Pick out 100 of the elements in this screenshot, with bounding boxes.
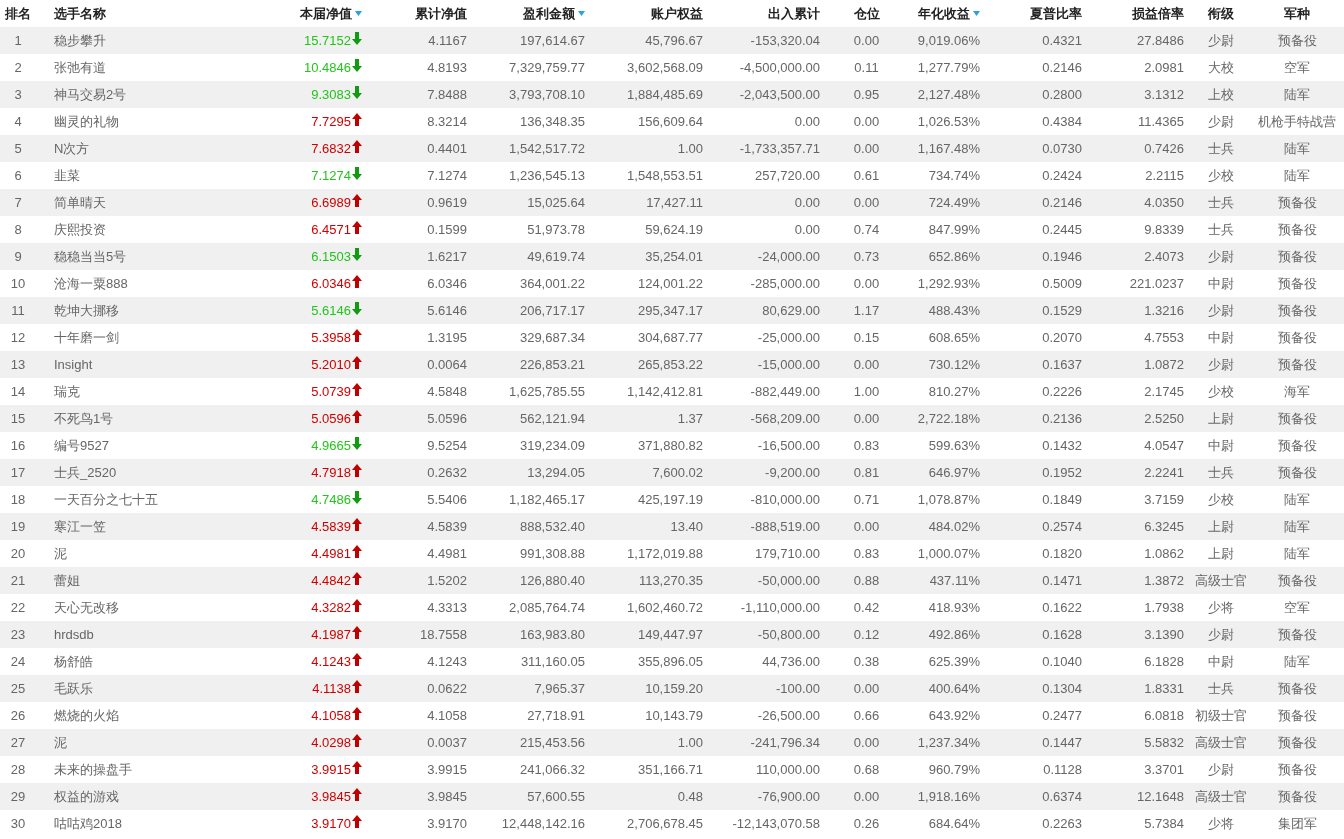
table-cell: 23 xyxy=(10,627,26,642)
table-cell: 124,001.22 xyxy=(637,276,703,291)
table-cell: 韭菜 xyxy=(54,166,80,185)
table-cell: 12,448,142.16 xyxy=(501,816,585,831)
table-cell: 预备役 xyxy=(1277,436,1317,455)
column-header[interactable]: 年化收益 xyxy=(918,4,970,23)
table-cell: 12 xyxy=(10,330,26,345)
table-cell: 484.02% xyxy=(928,519,980,534)
table-cell: 0.0622 xyxy=(427,681,467,696)
table-cell: -76,900.00 xyxy=(757,789,820,804)
table-cell: 7.1274 xyxy=(427,168,467,183)
table-cell: 24 xyxy=(10,654,26,669)
column-header: 账户权益 xyxy=(651,4,703,23)
table-cell: 0.00 xyxy=(853,735,880,750)
table-cell: 少尉 xyxy=(1208,625,1234,644)
table-cell: -882,449.00 xyxy=(750,384,820,399)
table-cell: 0.66 xyxy=(853,708,880,723)
table-cell: 4.0350 xyxy=(1144,195,1184,210)
table-cell: 0.61 xyxy=(853,168,880,183)
table-cell: 1,182,465.17 xyxy=(509,492,585,507)
table-cell: -9,200.00 xyxy=(765,465,820,480)
table-cell: 陆军 xyxy=(1284,139,1310,158)
table-cell: 庆熙投资 xyxy=(54,220,106,239)
table-cell: 1,236,545.13 xyxy=(509,168,585,183)
table-cell: 1,625,785.55 xyxy=(509,384,585,399)
table-cell: 16 xyxy=(10,438,26,453)
table-cell: 预备役 xyxy=(1277,679,1317,698)
table-cell: 0.2800 xyxy=(1042,87,1082,102)
table-cell: 2.2241 xyxy=(1144,465,1184,480)
table-cell: 神马交易2号 xyxy=(54,85,127,104)
table-cell: 0.00 xyxy=(853,195,880,210)
table-cell: 15.7152 xyxy=(304,33,351,48)
table-cell: 预备役 xyxy=(1277,409,1317,428)
table-cell: -4,500,000.00 xyxy=(739,60,820,75)
table-cell: 18.7558 xyxy=(420,627,467,642)
table-cell: 126,880.40 xyxy=(519,573,585,588)
table-cell: 156,609.64 xyxy=(637,114,703,129)
table-cell: 0.2424 xyxy=(1042,168,1082,183)
table-cell: 1,172,019.88 xyxy=(627,546,703,561)
table-cell: 425,197.19 xyxy=(637,492,703,507)
table-cell: 400.64% xyxy=(928,681,980,696)
table-cell: 5.6146 xyxy=(427,303,467,318)
table-cell: 3.9915 xyxy=(427,762,467,777)
table-cell: 预备役 xyxy=(1277,760,1317,779)
table-cell: 0.1952 xyxy=(1042,465,1082,480)
table-cell: 15,025.64 xyxy=(527,195,585,210)
table-cell: 0.1529 xyxy=(1042,303,1082,318)
table-cell: 6.4571 xyxy=(311,222,351,237)
table-cell: 364,001.22 xyxy=(519,276,585,291)
table-cell: 9 xyxy=(14,249,22,264)
column-header: 累计净值 xyxy=(415,4,467,23)
table-cell: 4.3282 xyxy=(311,600,351,615)
table-cell: -568,209.00 xyxy=(750,411,820,426)
column-header: 出入累计 xyxy=(768,4,820,23)
table-cell: 乾坤大挪移 xyxy=(54,301,119,320)
table-cell: 1.37 xyxy=(677,411,703,426)
table-cell: 5.2010 xyxy=(311,357,351,372)
table-cell: 5.5406 xyxy=(427,492,467,507)
table-cell: 预备役 xyxy=(1277,193,1317,212)
table-cell: 士兵 xyxy=(1208,220,1234,239)
table-cell: 1.6217 xyxy=(427,249,467,264)
table-cell: N次方 xyxy=(54,139,90,158)
table-cell: 4.5848 xyxy=(427,384,467,399)
table-cell: 0.2226 xyxy=(1042,384,1082,399)
table-cell: 0.38 xyxy=(853,654,880,669)
table-cell: 5.0596 xyxy=(311,411,351,426)
table-cell: 295,347.17 xyxy=(637,303,703,318)
table-cell: 15 xyxy=(10,411,26,426)
table-cell: 预备役 xyxy=(1277,733,1317,752)
sort-icon[interactable] xyxy=(355,11,362,16)
column-header[interactable]: 盈利金额 xyxy=(523,4,575,23)
table-cell: 0.2477 xyxy=(1042,708,1082,723)
table-cell: 9,019.06% xyxy=(917,33,980,48)
table-cell: 3.9170 xyxy=(427,816,467,831)
table-cell: 0.2146 xyxy=(1042,195,1082,210)
table-cell: 5 xyxy=(14,141,22,156)
sort-icon[interactable] xyxy=(973,11,980,16)
table-cell: 大校 xyxy=(1208,58,1234,77)
table-cell: -16,500.00 xyxy=(757,438,820,453)
table-cell: 488.43% xyxy=(928,303,980,318)
table-cell: 652.86% xyxy=(928,249,980,264)
table-cell: 预备役 xyxy=(1277,787,1317,806)
table-cell: 1,237.34% xyxy=(917,735,980,750)
table-cell: 197,614.67 xyxy=(519,33,585,48)
table-cell: -12,143,070.58 xyxy=(732,816,820,831)
table-cell: 0.2574 xyxy=(1042,519,1082,534)
table-cell: 0.00 xyxy=(794,222,820,237)
sort-icon[interactable] xyxy=(578,11,585,16)
table-cell: 625.39% xyxy=(928,654,980,669)
column-header: 排名 xyxy=(5,4,31,23)
table-cell: 0.00 xyxy=(853,681,880,696)
table-cell: 20 xyxy=(10,546,26,561)
table-cell: 9.3083 xyxy=(311,87,351,102)
table-cell: 0.00 xyxy=(853,411,880,426)
table-cell: 684.64% xyxy=(928,816,980,831)
table-cell: 35,254.01 xyxy=(645,249,703,264)
table-cell: 少校 xyxy=(1208,166,1234,185)
column-header[interactable]: 本届净值 xyxy=(300,4,352,23)
column-header: 仓位 xyxy=(853,4,880,23)
table-cell: 士兵_2520 xyxy=(54,463,117,482)
